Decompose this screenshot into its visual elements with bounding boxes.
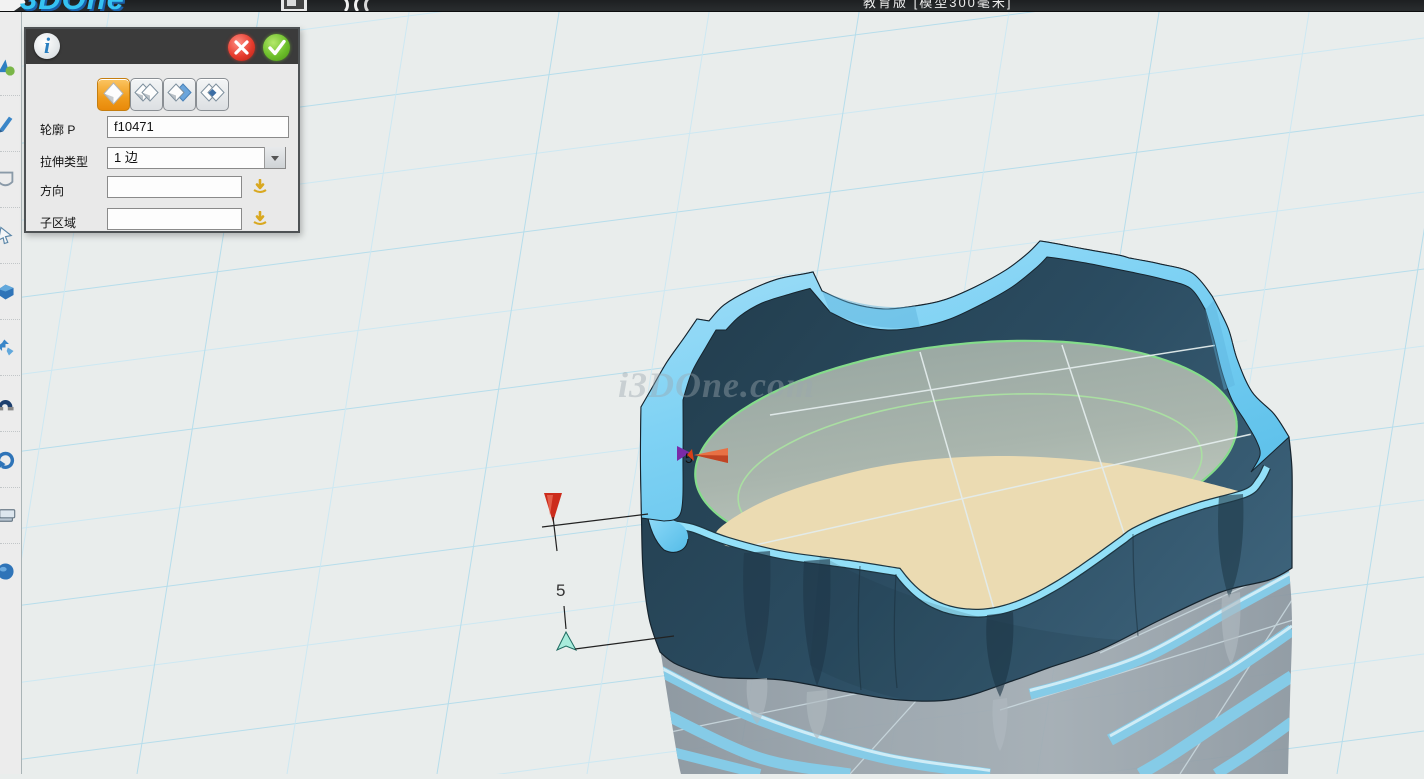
svg-text:i3DOne.com: i3DOne.com: [618, 365, 815, 405]
svg-text:5: 5: [556, 581, 565, 600]
